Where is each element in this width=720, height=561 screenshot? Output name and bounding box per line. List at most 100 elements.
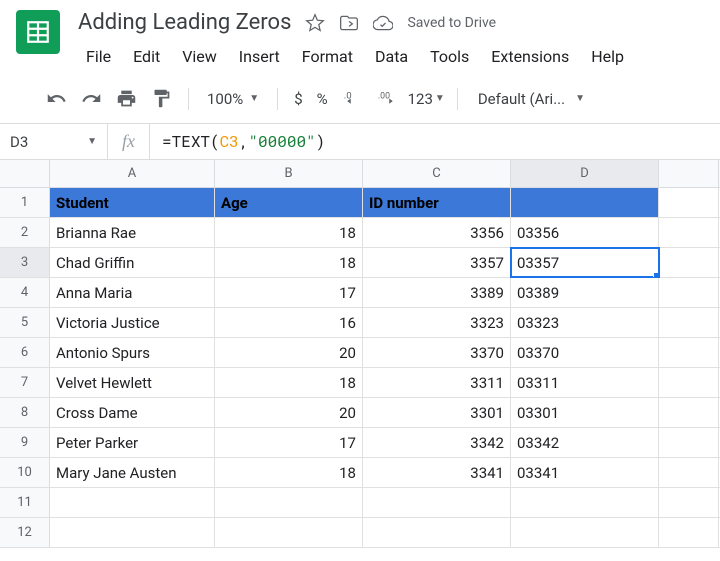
cell-a3[interactable]: Chad Griffin — [50, 248, 215, 277]
doc-title[interactable]: Adding Leading Zeros — [78, 10, 291, 35]
cell-c10[interactable]: 3341 — [363, 458, 511, 487]
sheets-logo[interactable] — [16, 10, 60, 54]
cell-d1[interactable] — [511, 188, 659, 217]
cell-d10[interactable]: 03341 — [511, 458, 659, 487]
cell-e4[interactable] — [659, 278, 719, 307]
cell-c7[interactable]: 3311 — [363, 368, 511, 397]
cell-c5[interactable]: 3323 — [363, 308, 511, 337]
cell-a11[interactable] — [50, 488, 215, 517]
undo-button[interactable] — [42, 84, 71, 113]
paint-format-button[interactable] — [147, 84, 176, 113]
cell-b5[interactable]: 16 — [215, 308, 363, 337]
cell-a4[interactable]: Anna Maria — [50, 278, 215, 307]
cell-a5[interactable]: Victoria Justice — [50, 308, 215, 337]
menu-file[interactable]: File — [78, 43, 119, 70]
col-header-a[interactable]: A — [50, 160, 215, 187]
increase-decimal-button[interactable]: .00 — [373, 84, 402, 113]
cell-c6[interactable]: 3370 — [363, 338, 511, 367]
decrease-decimal-button[interactable]: .0 — [338, 84, 367, 113]
cell-a2[interactable]: Brianna Rae — [50, 218, 215, 247]
cell-c2[interactable]: 3356 — [363, 218, 511, 247]
cell-e9[interactable] — [659, 428, 719, 457]
row-header-2[interactable]: 2 — [0, 218, 50, 247]
menu-insert[interactable]: Insert — [231, 43, 288, 70]
number-format-select[interactable]: 123 ▼ — [408, 90, 445, 108]
cell-c3[interactable]: 3357 — [363, 248, 511, 277]
cell-e7[interactable] — [659, 368, 719, 397]
cell-b6[interactable]: 20 — [215, 338, 363, 367]
cell-b9[interactable]: 17 — [215, 428, 363, 457]
cell-e11[interactable] — [659, 488, 719, 517]
menu-help[interactable]: Help — [583, 43, 632, 70]
cell-e6[interactable] — [659, 338, 719, 367]
font-select[interactable]: Default (Ari... ▼ — [470, 90, 593, 108]
cell-a7[interactable]: Velvet Hewlett — [50, 368, 215, 397]
row-header-1[interactable]: 1 — [0, 188, 50, 217]
row-header-3[interactable]: 3 — [0, 248, 50, 277]
menu-extensions[interactable]: Extensions — [483, 43, 577, 70]
cell-b4[interactable]: 17 — [215, 278, 363, 307]
row-header-11[interactable]: 11 — [0, 488, 50, 517]
cloud-icon[interactable] — [373, 13, 393, 33]
cell-e2[interactable] — [659, 218, 719, 247]
row-header-5[interactable]: 5 — [0, 308, 50, 337]
menu-data[interactable]: Data — [367, 43, 416, 70]
cell-b7[interactable]: 18 — [215, 368, 363, 397]
print-button[interactable] — [112, 84, 141, 113]
select-all-corner[interactable] — [0, 160, 50, 187]
cell-e5[interactable] — [659, 308, 719, 337]
cell-d6[interactable]: 03370 — [511, 338, 659, 367]
cell-d2[interactable]: 03356 — [511, 218, 659, 247]
cell-b3[interactable]: 18 — [215, 248, 363, 277]
cell-e1[interactable] — [659, 188, 719, 217]
cell-a10[interactable]: Mary Jane Austen — [50, 458, 215, 487]
cell-e12[interactable] — [659, 518, 719, 547]
col-header-e[interactable] — [659, 160, 719, 187]
redo-button[interactable] — [77, 84, 106, 113]
col-header-b[interactable]: B — [215, 160, 363, 187]
formula-input[interactable]: =TEXT(C3,"00000") — [150, 131, 720, 152]
cell-d8[interactable]: 03301 — [511, 398, 659, 427]
cell-b12[interactable] — [215, 518, 363, 547]
menu-format[interactable]: Format — [294, 43, 361, 70]
row-header-9[interactable]: 9 — [0, 428, 50, 457]
cell-a9[interactable]: Peter Parker — [50, 428, 215, 457]
name-box[interactable]: D3 ▼ — [0, 124, 108, 159]
move-icon[interactable] — [339, 13, 359, 33]
cell-d5[interactable]: 03323 — [511, 308, 659, 337]
percent-button[interactable]: % — [313, 90, 332, 108]
zoom-select[interactable]: 100% ▼ — [201, 90, 265, 108]
cell-d9[interactable]: 03342 — [511, 428, 659, 457]
menu-tools[interactable]: Tools — [422, 43, 477, 70]
cell-c1[interactable]: ID number — [363, 188, 511, 217]
cell-b10[interactable]: 18 — [215, 458, 363, 487]
cell-d7[interactable]: 03311 — [511, 368, 659, 397]
cell-c12[interactable] — [363, 518, 511, 547]
row-header-12[interactable]: 12 — [0, 518, 50, 547]
cell-a1[interactable]: Student — [50, 188, 215, 217]
menu-edit[interactable]: Edit — [125, 43, 168, 70]
cell-a8[interactable]: Cross Dame — [50, 398, 215, 427]
cell-a12[interactable] — [50, 518, 215, 547]
col-header-d[interactable]: D — [511, 160, 659, 187]
cell-d12[interactable] — [511, 518, 659, 547]
cell-e3[interactable] — [659, 248, 719, 277]
currency-button[interactable]: $ — [290, 90, 306, 108]
menu-view[interactable]: View — [174, 43, 225, 70]
row-header-4[interactable]: 4 — [0, 278, 50, 307]
cell-c8[interactable]: 3301 — [363, 398, 511, 427]
star-icon[interactable] — [305, 13, 325, 33]
cell-e8[interactable] — [659, 398, 719, 427]
row-header-6[interactable]: 6 — [0, 338, 50, 367]
row-header-7[interactable]: 7 — [0, 368, 50, 397]
cell-c11[interactable] — [363, 488, 511, 517]
cell-d11[interactable] — [511, 488, 659, 517]
row-header-8[interactable]: 8 — [0, 398, 50, 427]
cell-b1[interactable]: Age — [215, 188, 363, 217]
cell-c9[interactable]: 3342 — [363, 428, 511, 457]
cell-b2[interactable]: 18 — [215, 218, 363, 247]
cell-e10[interactable] — [659, 458, 719, 487]
cell-b11[interactable] — [215, 488, 363, 517]
cell-d3[interactable]: 03357 — [511, 248, 659, 277]
cell-d4[interactable]: 03389 — [511, 278, 659, 307]
